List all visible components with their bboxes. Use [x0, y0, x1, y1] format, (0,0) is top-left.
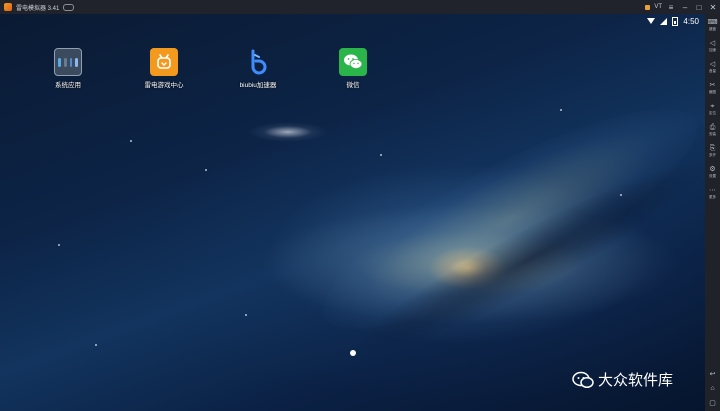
watermark-text: 大众软件库 — [598, 372, 674, 389]
more-icon: ⋯ — [709, 186, 716, 194]
vt-indicator: VT — [654, 4, 662, 10]
sidebar-item-label: 定位 — [709, 110, 716, 115]
sidebar-item-screenshot[interactable]: ✂ 截图 — [705, 77, 720, 98]
sidebar-item-install[interactable]: ⎙ 安装 — [705, 119, 720, 140]
sidebar-item-label: 安装 — [709, 131, 716, 136]
close-icon[interactable]: ✕ — [706, 0, 720, 14]
folder-icon — [54, 48, 82, 76]
emulator-title-bar: 雷电模拟器 3.41 VT ≡ – □ ✕ — [0, 0, 720, 14]
home-icon[interactable]: ⌂ — [710, 385, 714, 392]
sidebar-item-label: 键盘 — [709, 26, 716, 31]
volume-up-icon: ◁ — [709, 39, 716, 47]
location-icon: ⌖ — [710, 102, 715, 110]
sidebar-item-label: 设置 — [709, 173, 716, 178]
sidebar-item-label: 加速 — [709, 47, 716, 52]
cloud-icon[interactable] — [63, 3, 75, 11]
app-label: 系统应用 — [55, 82, 81, 89]
sidebar-item-location[interactable]: ⌖ 定位 — [705, 98, 720, 119]
scissors-icon: ✂ — [709, 81, 716, 89]
wallpaper-star — [130, 140, 132, 142]
wallpaper-star — [560, 109, 562, 111]
battery-icon — [672, 16, 679, 26]
sidebar-item-label: 多开 — [709, 152, 716, 157]
menu-icon[interactable]: ≡ — [664, 0, 678, 14]
window-title: 雷电模拟器 3.41 — [16, 5, 60, 12]
app-logo-icon — [4, 3, 12, 11]
wallpaper-star — [58, 244, 60, 246]
app-label: 微信 — [346, 82, 360, 89]
recents-icon[interactable]: ▢ — [709, 399, 716, 407]
sidebar-item-volume[interactable]: ◁ 音量 — [705, 56, 720, 77]
wallpaper-star — [380, 154, 382, 156]
wechat-watermark-icon — [572, 371, 594, 388]
page-indicator-dot[interactable] — [350, 350, 356, 356]
keyboard-icon: ⌨ — [707, 18, 718, 26]
app-wechat[interactable]: 微信 — [323, 48, 383, 89]
clock: 4:50 — [683, 16, 699, 26]
emulator-sidebar: ⌨ 键盘 ◁ 加速 ◁ 音量 ✂ 截图 ⌖ 定位 ⎙ 安装 ⎘ 多开 ⚙ 设置 … — [705, 14, 720, 411]
gear-icon: ⚙ — [709, 165, 716, 173]
sidebar-item-keyboard[interactable]: ⌨ 键盘 — [705, 14, 720, 35]
minimize-icon[interactable]: – — [678, 0, 692, 14]
back-icon[interactable]: ↩ — [710, 370, 716, 378]
wallpaper-star — [95, 344, 97, 346]
game-center-icon — [150, 48, 178, 76]
notification-icon[interactable] — [645, 4, 651, 10]
wifi-icon — [647, 18, 656, 24]
android-status-bar: 4:50 — [647, 16, 699, 26]
watermark: 大众软件库 — [572, 369, 673, 390]
sidebar-item-label: 音量 — [709, 68, 716, 73]
sidebar-item-label: 更多 — [709, 194, 716, 199]
android-nav-buttons: ↩ ⌂ ▢ — [705, 370, 720, 407]
volume-down-icon: ◁ — [709, 60, 716, 68]
sidebar-item-settings[interactable]: ⚙ 设置 — [705, 161, 720, 182]
multi-instance-icon: ⎘ — [709, 144, 716, 152]
sidebar-item-multi[interactable]: ⎘ 多开 — [705, 140, 720, 161]
install-icon: ⎙ — [709, 123, 716, 131]
sidebar-item-label: 截图 — [709, 89, 716, 94]
app-label: 雷电游戏中心 — [144, 82, 184, 89]
wechat-icon — [339, 48, 367, 76]
maximize-icon[interactable]: □ — [692, 0, 706, 14]
signal-icon — [660, 17, 668, 25]
app-game-center[interactable]: 雷电游戏中心 — [134, 48, 194, 89]
app-label: biubiu加速器 — [239, 82, 277, 89]
sidebar-item-more[interactable]: ⋯ 更多 — [705, 182, 720, 203]
wallpaper-star — [620, 194, 622, 196]
app-biubiu[interactable]: biubiu加速器 — [228, 48, 288, 89]
wallpaper-star — [205, 169, 207, 171]
app-system-apps[interactable]: 系统应用 — [38, 48, 98, 89]
sidebar-item-speed[interactable]: ◁ 加速 — [705, 35, 720, 56]
wallpaper-star — [245, 314, 247, 316]
android-home-screen[interactable]: 4:50 系统应用 雷电游戏中心 biubiu加速器 微信 大众软件库 — [0, 14, 705, 411]
biubiu-icon — [244, 48, 272, 76]
